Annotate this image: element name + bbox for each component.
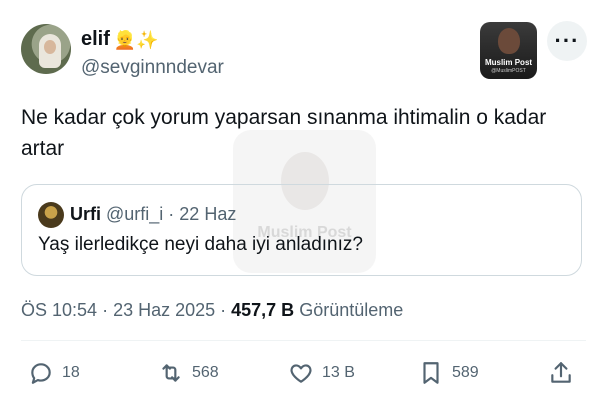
share-icon: [551, 362, 571, 383]
share-button[interactable]: [548, 360, 574, 386]
author-avatar[interactable]: [21, 24, 71, 74]
tweet-text: Ne kadar çok yorum yaparsan sınanma ihti…: [21, 106, 547, 160]
author-emojis: 👱✨: [113, 29, 159, 50]
quote-avatar[interactable]: [38, 202, 64, 228]
repost-icon: [162, 364, 180, 382]
quote-text: Yaş ilerledikçe neyi daha iyi anladınız?: [38, 234, 363, 255]
quote-author-name[interactable]: Urfi: [70, 204, 101, 225]
bookmark-icon: [423, 362, 439, 384]
quote-date[interactable]: 22 Haz: [179, 204, 236, 225]
quote-author-handle[interactable]: @urfi_i: [106, 204, 163, 225]
reply-button[interactable]: 18: [28, 360, 80, 386]
like-button[interactable]: 13 B: [288, 360, 355, 386]
reply-icon: [31, 363, 51, 384]
tweet-meta: ÖS 10:54 · 23 Haz 2025 · 457,7 B Görüntü…: [21, 300, 403, 321]
badge-handle: @MuslimPOST: [491, 68, 526, 74]
badge-name: Muslim Post: [484, 58, 533, 67]
bookmark-count: 589: [452, 364, 479, 381]
avatar-face: [44, 40, 56, 54]
like-icon: [290, 364, 312, 383]
quote-header: Urfi @urfi_i · 22 Haz: [70, 204, 236, 225]
meta-separator: ·: [220, 300, 227, 320]
repost-count: 568: [192, 364, 219, 381]
views-label: Görüntüleme: [299, 300, 404, 320]
author-display-name[interactable]: elif: [81, 28, 110, 51]
tweet-time[interactable]: ÖS 10:54: [21, 300, 97, 321]
muslim-post-badge: Muslim Post @MuslimPOST: [480, 22, 537, 79]
author-handle[interactable]: @sevginnndevar: [81, 57, 224, 79]
repost-button[interactable]: 568: [158, 360, 219, 386]
reply-count: 18: [62, 364, 80, 381]
quoted-tweet[interactable]: Urfi @urfi_i · 22 Haz Yaş ilerledikçe ne…: [21, 184, 582, 276]
divider: [21, 340, 586, 341]
tweet-date[interactable]: 23 Haz 2025: [113, 300, 215, 321]
meta-separator: ·: [102, 300, 109, 320]
bookmark-button[interactable]: 589: [418, 360, 479, 386]
more-icon[interactable]: ···: [547, 21, 587, 61]
like-count: 13 B: [322, 364, 355, 381]
views-count: 457,7 B: [231, 300, 295, 320]
badge-portrait: [498, 28, 520, 54]
author-name-row[interactable]: elif 👱✨: [81, 28, 159, 51]
quote-separator: ·: [168, 204, 175, 224]
tweet: elif 👱✨ @sevginnndevar Muslim Post @Musl…: [0, 0, 606, 410]
